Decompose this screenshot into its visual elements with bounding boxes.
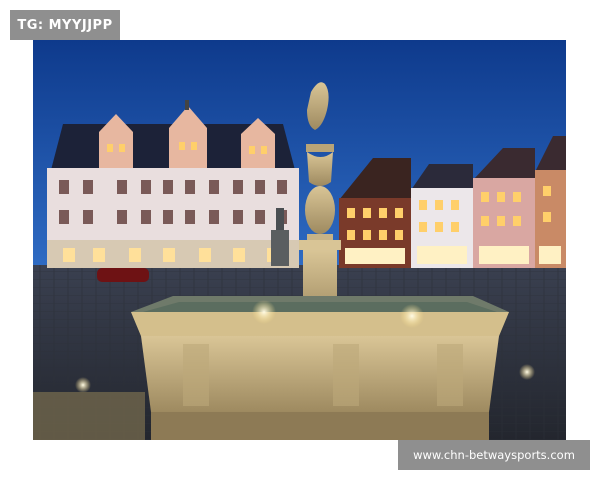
town-square-photo <box>33 40 566 440</box>
background-monument <box>271 230 289 266</box>
watermark-url: www.chn-betwaysports.com <box>398 440 590 470</box>
ground-light-left <box>75 377 91 393</box>
foreground-step <box>33 392 145 440</box>
fountain-light-left <box>252 300 276 324</box>
ground-light-right <box>519 364 535 380</box>
photo-scene <box>33 40 566 440</box>
fountain-basin <box>131 296 509 440</box>
tag-label: TG: MYYJJPP <box>10 10 120 40</box>
parked-car <box>97 268 149 282</box>
right-houses-shopfronts <box>345 246 561 264</box>
fountain-light-right <box>400 304 424 328</box>
